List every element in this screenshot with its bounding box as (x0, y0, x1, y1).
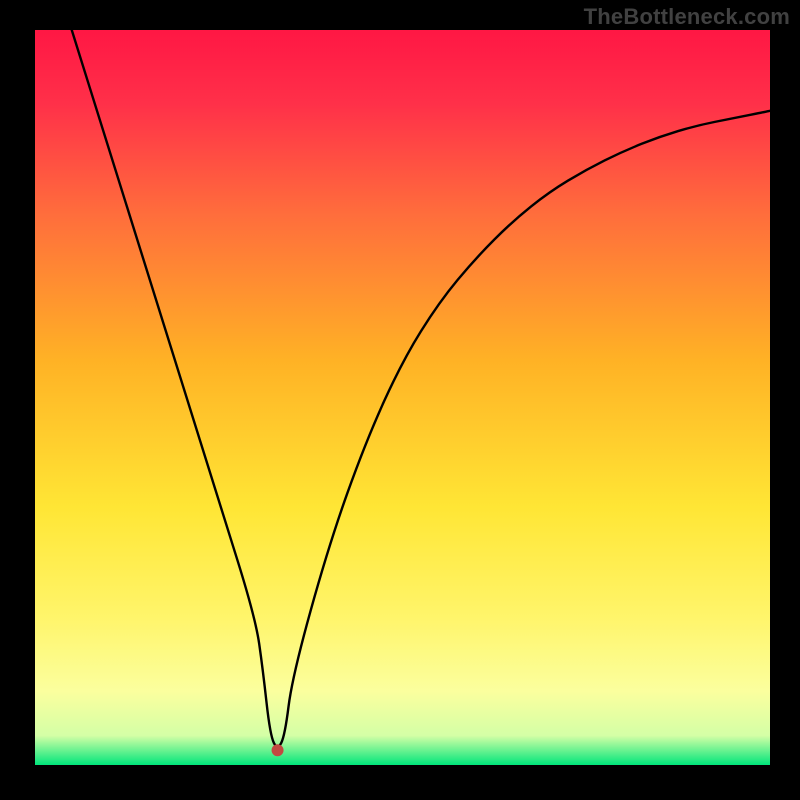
bottleneck-chart (0, 0, 800, 800)
optimum-marker (272, 744, 284, 756)
plot-area (35, 30, 770, 765)
watermark-text: TheBottleneck.com (584, 4, 790, 30)
chart-stage: TheBottleneck.com (0, 0, 800, 800)
